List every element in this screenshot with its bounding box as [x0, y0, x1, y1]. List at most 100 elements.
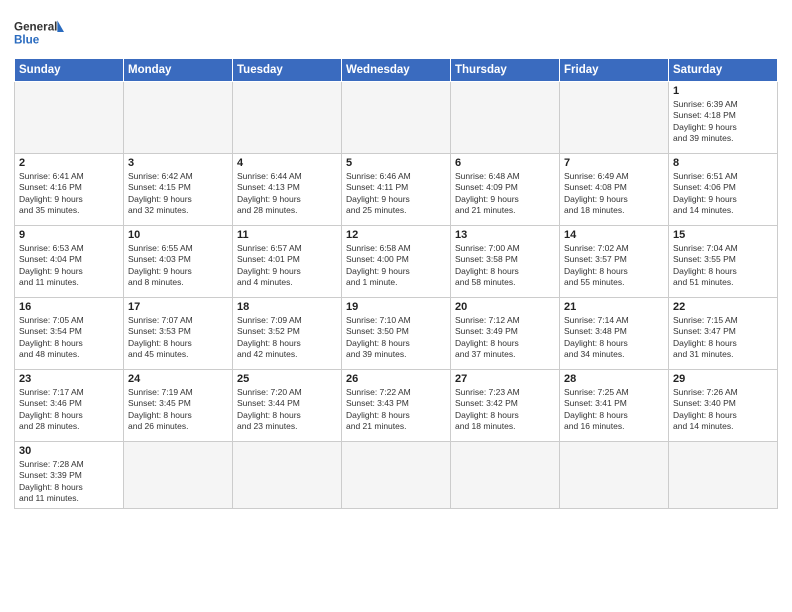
calendar-cell	[560, 82, 669, 154]
day-info: Sunrise: 7:25 AM Sunset: 3:41 PM Dayligh…	[564, 387, 664, 433]
calendar-cell: 22 Sunrise: 7:15 AM Sunset: 3:47 PM Dayli…	[669, 298, 778, 370]
calendar-header-row: SundayMondayTuesdayWednesdayThursdayFrid…	[15, 59, 778, 82]
calendar-cell: 8 Sunrise: 6:51 AM Sunset: 4:06 PM Daylig…	[669, 154, 778, 226]
day-number: 14	[564, 229, 664, 241]
calendar-cell	[124, 82, 233, 154]
calendar-cell: 17 Sunrise: 7:07 AM Sunset: 3:53 PM Dayli…	[124, 298, 233, 370]
day-number: 25	[237, 373, 337, 385]
day-info: Sunrise: 7:17 AM Sunset: 3:46 PM Dayligh…	[19, 387, 119, 433]
calendar-cell: 24 Sunrise: 7:19 AM Sunset: 3:45 PM Dayli…	[124, 370, 233, 442]
day-info: Sunrise: 6:44 AM Sunset: 4:13 PM Dayligh…	[237, 171, 337, 217]
day-number: 5	[346, 157, 446, 169]
day-number: 30	[19, 445, 119, 457]
calendar-cell	[233, 82, 342, 154]
calendar-weekday-saturday: Saturday	[669, 59, 778, 82]
calendar-cell: 14Sunrise: 7:02 AM Sunset: 3:57 PM Dayli…	[560, 226, 669, 298]
calendar-cell: 15 Sunrise: 7:04 AM Sunset: 3:55 PM Dayli…	[669, 226, 778, 298]
calendar-cell	[451, 82, 560, 154]
day-info: Sunrise: 7:26 AM Sunset: 3:40 PM Dayligh…	[673, 387, 773, 433]
calendar-cell	[233, 442, 342, 509]
calendar-cell: 10Sunrise: 6:55 AM Sunset: 4:03 PM Dayli…	[124, 226, 233, 298]
calendar-cell: 4 Sunrise: 6:44 AM Sunset: 4:13 PM Daylig…	[233, 154, 342, 226]
day-number: 12	[346, 229, 446, 241]
day-info: Sunrise: 6:49 AM Sunset: 4:08 PM Dayligh…	[564, 171, 664, 217]
header: General Blue	[14, 10, 778, 50]
calendar-week-row: 2 Sunrise: 6:41 AM Sunset: 4:16 PM Daylig…	[15, 154, 778, 226]
day-info: Sunrise: 7:04 AM Sunset: 3:55 PM Dayligh…	[673, 243, 773, 289]
day-info: Sunrise: 6:46 AM Sunset: 4:11 PM Dayligh…	[346, 171, 446, 217]
day-number: 24	[128, 373, 228, 385]
day-info: Sunrise: 7:14 AM Sunset: 3:48 PM Dayligh…	[564, 315, 664, 361]
day-info: Sunrise: 6:57 AM Sunset: 4:01 PM Dayligh…	[237, 243, 337, 289]
day-info: Sunrise: 7:00 AM Sunset: 3:58 PM Dayligh…	[455, 243, 555, 289]
calendar-cell: 12Sunrise: 6:58 AM Sunset: 4:00 PM Dayli…	[342, 226, 451, 298]
day-info: Sunrise: 6:53 AM Sunset: 4:04 PM Dayligh…	[19, 243, 119, 289]
calendar-cell	[15, 82, 124, 154]
calendar-cell: 1 Sunrise: 6:39 AM Sunset: 4:18 PM Daylig…	[669, 82, 778, 154]
logo-svg: General Blue	[14, 14, 64, 50]
day-number: 9	[19, 229, 119, 241]
calendar-cell	[342, 82, 451, 154]
day-number: 26	[346, 373, 446, 385]
calendar-cell: 28 Sunrise: 7:25 AM Sunset: 3:41 PM Dayli…	[560, 370, 669, 442]
day-number: 11	[237, 229, 337, 241]
calendar-cell: 30 Sunrise: 7:28 AM Sunset: 3:39 PM Dayli…	[15, 442, 124, 509]
day-number: 16	[19, 301, 119, 313]
day-info: Sunrise: 6:41 AM Sunset: 4:16 PM Dayligh…	[19, 171, 119, 217]
day-number: 18	[237, 301, 337, 313]
day-info: Sunrise: 6:51 AM Sunset: 4:06 PM Dayligh…	[673, 171, 773, 217]
calendar: SundayMondayTuesdayWednesdayThursdayFrid…	[14, 58, 778, 509]
calendar-cell: 16 Sunrise: 7:05 AM Sunset: 3:54 PM Dayli…	[15, 298, 124, 370]
day-info: Sunrise: 7:20 AM Sunset: 3:44 PM Dayligh…	[237, 387, 337, 433]
calendar-weekday-tuesday: Tuesday	[233, 59, 342, 82]
calendar-cell: 29 Sunrise: 7:26 AM Sunset: 3:40 PM Dayli…	[669, 370, 778, 442]
svg-text:Blue: Blue	[14, 34, 40, 47]
day-info: Sunrise: 6:48 AM Sunset: 4:09 PM Dayligh…	[455, 171, 555, 217]
day-number: 22	[673, 301, 773, 313]
calendar-cell: 11 Sunrise: 6:57 AM Sunset: 4:01 PM Dayli…	[233, 226, 342, 298]
day-info: Sunrise: 7:23 AM Sunset: 3:42 PM Dayligh…	[455, 387, 555, 433]
day-info: Sunrise: 7:15 AM Sunset: 3:47 PM Dayligh…	[673, 315, 773, 361]
day-info: Sunrise: 7:22 AM Sunset: 3:43 PM Dayligh…	[346, 387, 446, 433]
calendar-week-row: 1 Sunrise: 6:39 AM Sunset: 4:18 PM Daylig…	[15, 82, 778, 154]
day-number: 10	[128, 229, 228, 241]
day-info: Sunrise: 7:10 AM Sunset: 3:50 PM Dayligh…	[346, 315, 446, 361]
day-number: 1	[673, 85, 773, 97]
day-number: 23	[19, 373, 119, 385]
calendar-cell	[124, 442, 233, 509]
calendar-week-row: 23 Sunrise: 7:17 AM Sunset: 3:46 PM Dayli…	[15, 370, 778, 442]
day-number: 3	[128, 157, 228, 169]
calendar-cell: 7Sunrise: 6:49 AM Sunset: 4:08 PM Daylig…	[560, 154, 669, 226]
day-number: 15	[673, 229, 773, 241]
day-number: 27	[455, 373, 555, 385]
calendar-weekday-thursday: Thursday	[451, 59, 560, 82]
day-number: 4	[237, 157, 337, 169]
day-info: Sunrise: 7:07 AM Sunset: 3:53 PM Dayligh…	[128, 315, 228, 361]
calendar-cell: 18Sunrise: 7:09 AM Sunset: 3:52 PM Dayli…	[233, 298, 342, 370]
day-info: Sunrise: 7:19 AM Sunset: 3:45 PM Dayligh…	[128, 387, 228, 433]
calendar-cell: 23 Sunrise: 7:17 AM Sunset: 3:46 PM Dayli…	[15, 370, 124, 442]
calendar-cell	[451, 442, 560, 509]
day-info: Sunrise: 7:28 AM Sunset: 3:39 PM Dayligh…	[19, 459, 119, 505]
day-number: 29	[673, 373, 773, 385]
day-number: 21	[564, 301, 664, 313]
calendar-weekday-friday: Friday	[560, 59, 669, 82]
calendar-week-row: 16 Sunrise: 7:05 AM Sunset: 3:54 PM Dayli…	[15, 298, 778, 370]
day-number: 2	[19, 157, 119, 169]
day-number: 28	[564, 373, 664, 385]
svg-text:General: General	[14, 20, 57, 33]
day-number: 17	[128, 301, 228, 313]
day-number: 8	[673, 157, 773, 169]
calendar-cell	[560, 442, 669, 509]
day-info: Sunrise: 6:42 AM Sunset: 4:15 PM Dayligh…	[128, 171, 228, 217]
calendar-cell	[669, 442, 778, 509]
day-number: 19	[346, 301, 446, 313]
day-info: Sunrise: 7:12 AM Sunset: 3:49 PM Dayligh…	[455, 315, 555, 361]
calendar-cell: 26 Sunrise: 7:22 AM Sunset: 3:43 PM Dayli…	[342, 370, 451, 442]
calendar-cell: 20Sunrise: 7:12 AM Sunset: 3:49 PM Dayli…	[451, 298, 560, 370]
calendar-weekday-sunday: Sunday	[15, 59, 124, 82]
calendar-weekday-wednesday: Wednesday	[342, 59, 451, 82]
day-info: Sunrise: 6:39 AM Sunset: 4:18 PM Dayligh…	[673, 99, 773, 145]
day-info: Sunrise: 7:05 AM Sunset: 3:54 PM Dayligh…	[19, 315, 119, 361]
calendar-week-row: 30 Sunrise: 7:28 AM Sunset: 3:39 PM Dayli…	[15, 442, 778, 509]
